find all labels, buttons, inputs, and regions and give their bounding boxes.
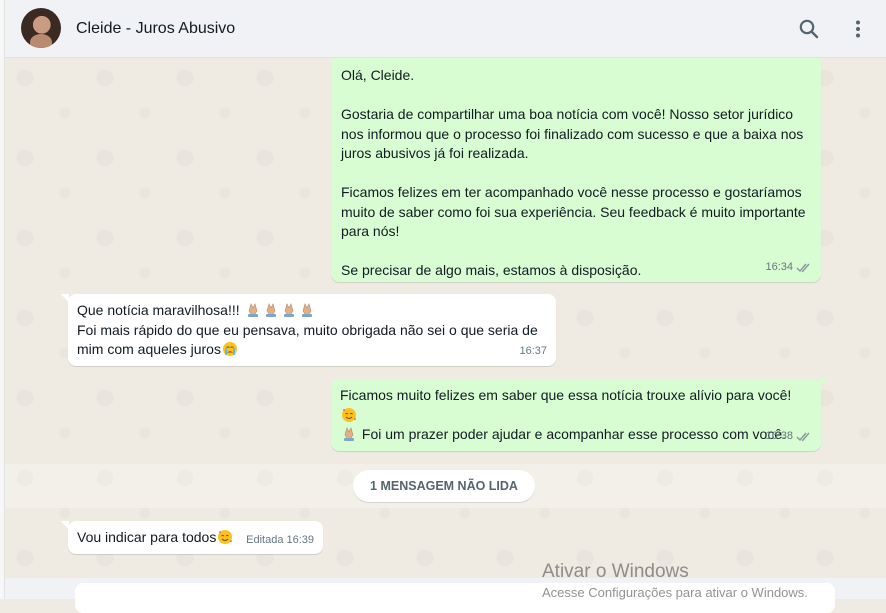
message-line: Vou indicar para todos	[77, 529, 217, 545]
bubble-tail	[61, 294, 69, 303]
message-bubble-incoming[interactable]: Que notícia maravilhosa!!! Foi mais rápi…	[61, 294, 556, 366]
chat-header: Cleide - Juros Abusivo	[5, 0, 886, 58]
message-time: 16:39	[286, 533, 314, 546]
message-bubble-incoming[interactable]: Vou indicar para todos Editada 16:39	[61, 521, 323, 554]
menu-dots-icon[interactable]	[846, 17, 870, 41]
folded-hands-icon	[281, 302, 297, 318]
message-line: Ficamos muito felizes em saber que essa …	[340, 387, 796, 403]
edited-label: Editada	[246, 533, 284, 546]
message-bubble-outgoing[interactable]: Olá, Cleide. Gostaria de compartilhar um…	[331, 58, 828, 282]
message-text: Olá, Cleide. Gostaria de compartilhar um…	[341, 67, 806, 278]
message-time: 16:34	[765, 260, 793, 273]
message-bubble-outgoing[interactable]: Ficamos muito felizes em saber que essa …	[331, 378, 828, 451]
avatar[interactable]	[21, 8, 61, 48]
folded-hands-icon	[299, 302, 315, 318]
message-text: Ficamos muito felizes em saber que essa …	[340, 386, 812, 445]
double-check-icon	[796, 262, 812, 273]
windows-activation-subtitle: Acesse Configurações para ativar o Windo…	[542, 585, 808, 600]
message-text: Que notícia maravilhosa!!! Foi mais rápi…	[77, 301, 547, 360]
message-time: 16:38	[765, 429, 793, 442]
folded-hands-icon	[263, 302, 279, 318]
message-meta: Editada 16:39	[246, 531, 314, 551]
windows-activation-title: Ativar o Windows	[542, 561, 689, 582]
double-check-icon	[796, 431, 812, 442]
message-line: Foi um prazer poder ajudar e acompanhar …	[358, 426, 786, 442]
smiling-face-with-hearts-icon	[341, 407, 357, 423]
contact-name[interactable]: Cleide - Juros Abusivo	[76, 20, 235, 38]
bubble-tail	[820, 378, 828, 387]
folded-hands-icon	[245, 302, 261, 318]
message-meta: 16:38	[765, 427, 812, 447]
search-icon[interactable]	[797, 17, 821, 41]
message-time: 16:37	[519, 344, 547, 357]
message-line: mim com aqueles juros	[77, 341, 221, 357]
message-meta: 16:37	[519, 342, 547, 362]
unread-messages-badge: 1 MENSAGEM NÃO LIDA	[353, 470, 535, 502]
bubble-tail	[61, 521, 69, 530]
message-line: Foi mais rápido do que eu pensava, muito…	[77, 321, 538, 338]
message-line: Que notícia maravilhosa!!!	[77, 302, 244, 318]
smiling-face-with-hearts-icon	[217, 529, 233, 545]
chat-area[interactable]: Olá, Cleide. Gostaria de compartilhar um…	[5, 58, 886, 578]
bubble-tail	[820, 58, 828, 60]
message-meta: 16:34	[765, 258, 812, 278]
folded-hands-icon	[341, 426, 357, 442]
crying-face-icon	[222, 341, 238, 357]
